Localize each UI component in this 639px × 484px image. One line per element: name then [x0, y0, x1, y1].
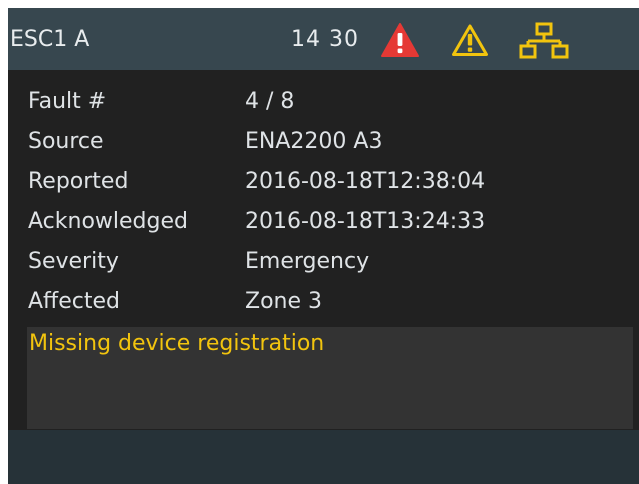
network-icon[interactable]: [519, 22, 569, 60]
alarm-critical-icon[interactable]: [380, 22, 420, 58]
clock: 14 30: [291, 27, 359, 52]
fault-message-box: Missing device registration: [27, 327, 633, 429]
fault-message: Missing device registration: [29, 331, 325, 356]
device-screen: ESC1 A 14 30 Fault # 4 / 8 Source ENA220…: [8, 8, 639, 484]
affected-value: Zone 3: [245, 289, 322, 314]
status-bar: ESC1 A 14 30: [8, 8, 639, 70]
severity-value: Emergency: [245, 249, 370, 274]
footer-bar: [8, 430, 639, 484]
reported-value: 2016-08-18T12:38:04: [245, 169, 486, 194]
affected-label: Affected: [28, 289, 120, 314]
reported-label: Reported: [28, 169, 129, 194]
acknowledged-value: 2016-08-18T13:24:33: [245, 209, 486, 234]
device-title: ESC1 A: [10, 27, 90, 52]
warning-icon[interactable]: [451, 23, 489, 57]
source-label: Source: [28, 129, 104, 154]
severity-label: Severity: [28, 249, 119, 274]
acknowledged-label: Acknowledged: [28, 209, 188, 234]
fault-number-value: 4 / 8: [245, 89, 295, 114]
source-value: ENA2200 A3: [245, 129, 383, 154]
fault-number-label: Fault #: [28, 89, 107, 114]
